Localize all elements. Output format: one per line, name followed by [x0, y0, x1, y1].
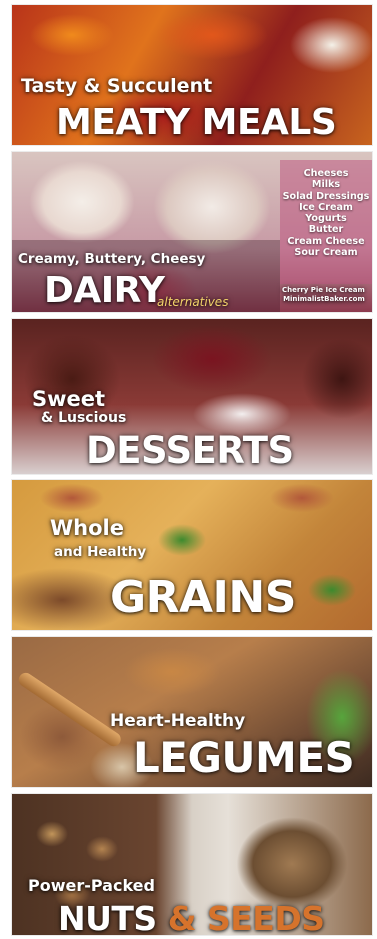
dairy-title: DAIRY: [44, 270, 165, 311]
desserts-subtitle-line2: & Luscious: [41, 410, 127, 426]
grains-panel: Whole and Healthy GRAINS: [12, 480, 372, 630]
dairy-list-item: Milks: [311, 179, 341, 191]
dairy-title-suffix: alternatives: [157, 295, 229, 309]
dairy-list-item: Solad Dressings: [282, 190, 370, 202]
dairy-list-item: Ice Cream: [299, 201, 353, 213]
dairy-list-item: Cheeses: [303, 168, 349, 179]
meaty-subtitle: Tasty & Succulent: [21, 75, 213, 97]
dairy-list: Cheeses Milks Solad Dressings Ice Cream …: [280, 160, 372, 284]
nuts-title-part1: NUTS: [58, 899, 157, 935]
legumes-panel: Heart-Healthy LEGUMES: [12, 637, 372, 787]
meaty-meals-panel: Tasty & Succulent MEATY MEALS: [12, 5, 372, 145]
grains-subtitle-line2: and Healthy: [54, 544, 147, 560]
dairy-list-item: Butter: [308, 224, 344, 236]
legumes-subtitle: Heart-Healthy: [110, 711, 246, 731]
desserts-subtitle-line1: Sweet: [32, 387, 106, 411]
meaty-title: MEATY MEALS: [56, 102, 337, 143]
desserts-panel: Sweet & Luscious DESSERTS: [12, 319, 372, 474]
desserts-title: DESSERTS: [86, 429, 294, 472]
nuts-title: NUTS & SEEDS: [58, 899, 325, 935]
grains-subtitle-line1: Whole: [50, 516, 124, 540]
dairy-list-item: Yogurts: [305, 213, 347, 225]
legumes-title: LEGUMES: [133, 733, 355, 782]
dairy-list-item: Cream Cheese: [287, 235, 365, 247]
nuts-subtitle: Power-Packed: [28, 876, 155, 895]
grains-title: GRAINS: [110, 572, 296, 623]
dairy-photo-credit: Cherry Pie Ice Cream MinimalistBaker.com: [282, 286, 365, 304]
dairy-panel: Cheeses Milks Solad Dressings Ice Cream …: [12, 152, 372, 312]
food-category-poster: Tasty & Succulent MEATY MEALS Cheeses Mi…: [12, 5, 372, 935]
dairy-subtitle: Creamy, Buttery, Cheesy: [18, 251, 206, 267]
dairy-credit-title: Cherry Pie Ice Cream: [282, 286, 365, 294]
seeds-title-part2: & SEEDS: [167, 899, 325, 935]
dairy-credit-site: MinimalistBaker.com: [283, 295, 365, 303]
dairy-list-item: Sour Cream: [294, 247, 358, 259]
nuts-seeds-panel: Power-Packed NUTS & SEEDS: [12, 794, 372, 935]
